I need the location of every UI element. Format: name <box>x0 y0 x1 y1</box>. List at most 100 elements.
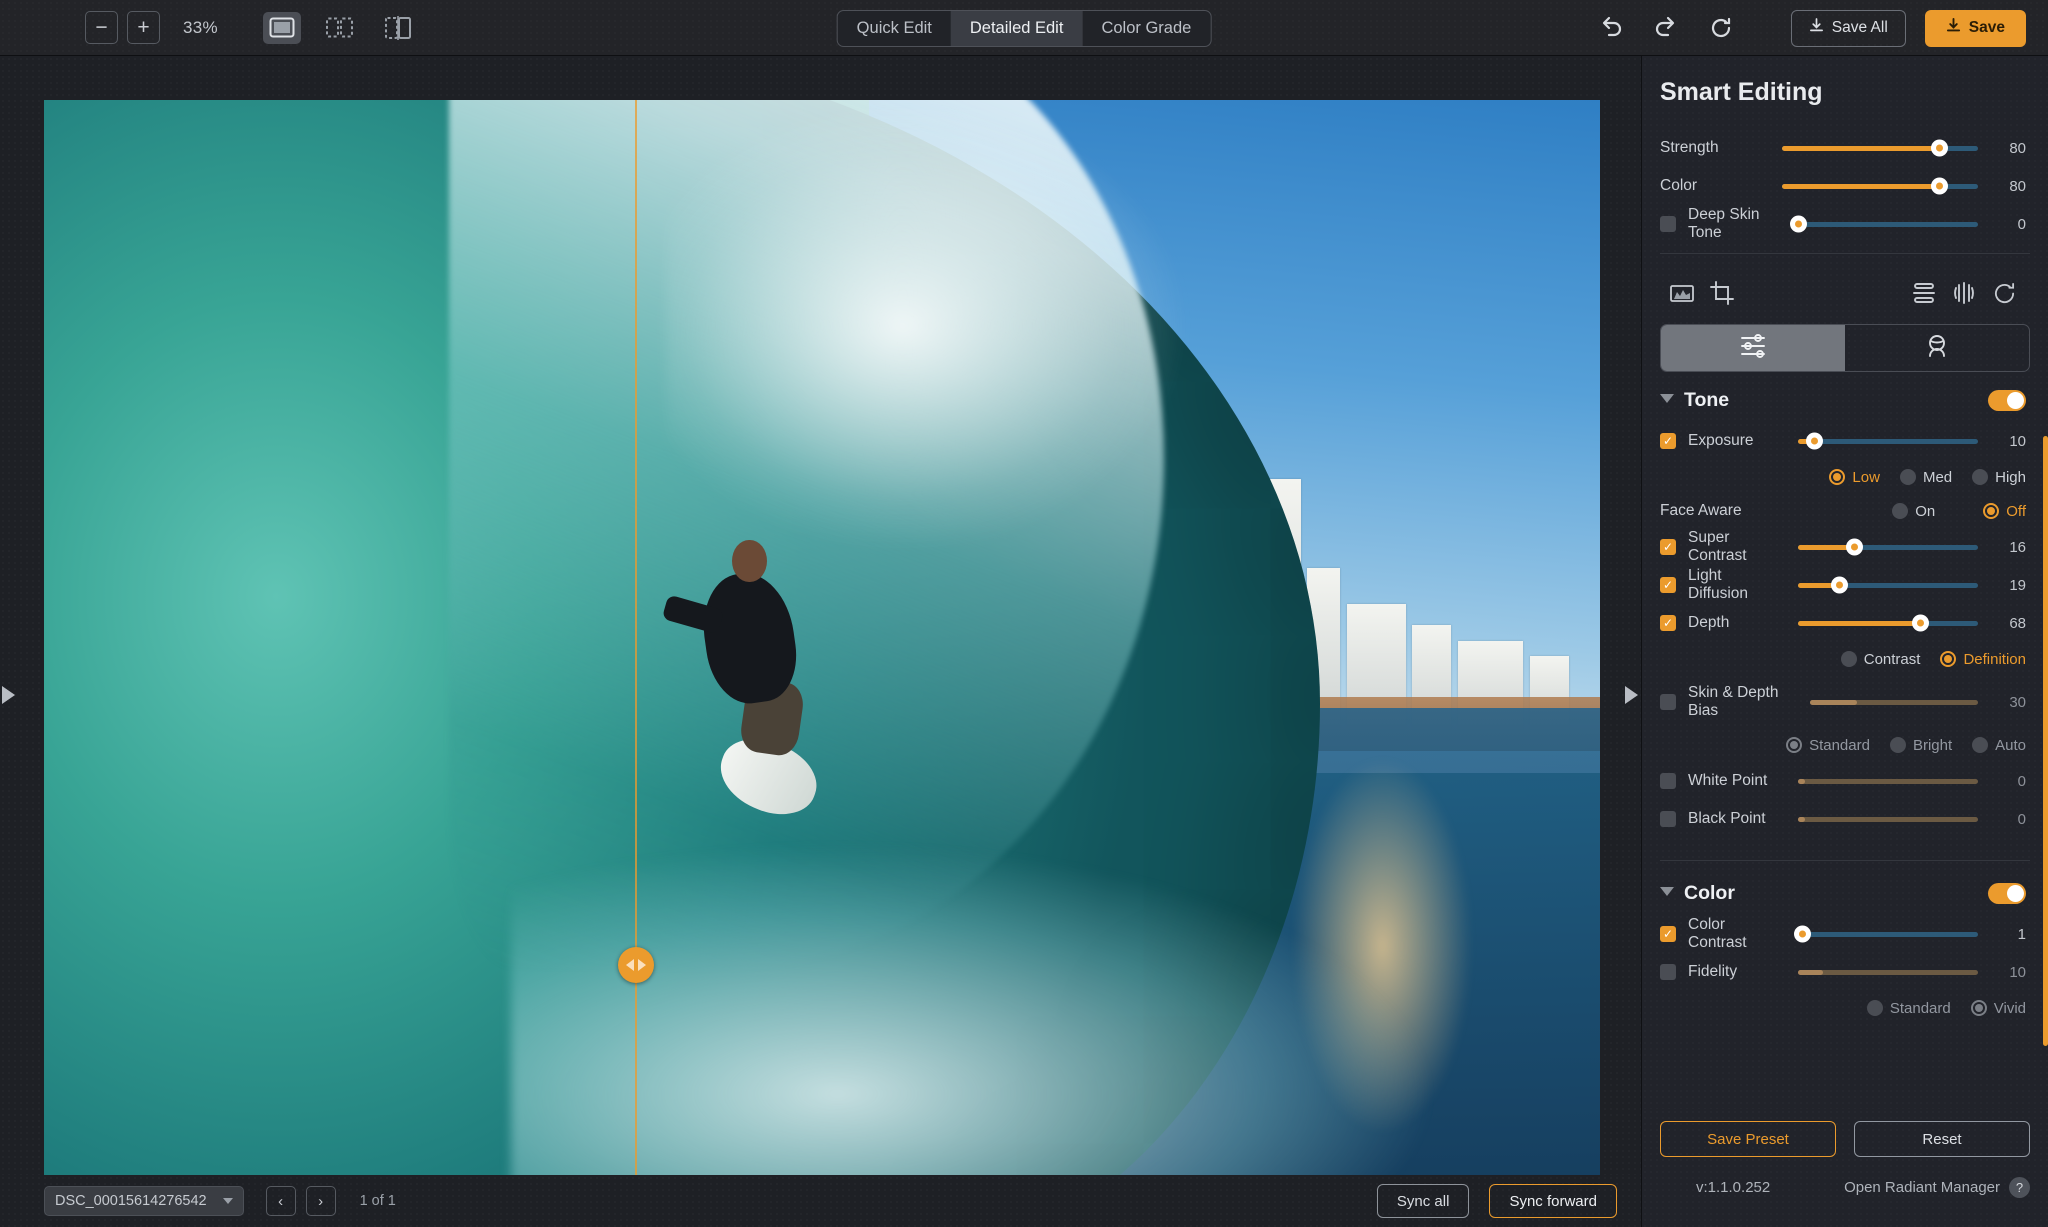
tone-toggle[interactable] <box>1988 389 2026 411</box>
bias-option-bright[interactable]: Bright <box>1889 737 1952 754</box>
skin-depth-bias-checkbox[interactable] <box>1660 694 1676 710</box>
file-select-dropdown[interactable]: DSC_00015614276542 <box>44 1186 244 1216</box>
sync-all-button[interactable]: Sync all <box>1376 1184 1470 1218</box>
previous-image-button[interactable]: ‹ <box>265 1186 296 1216</box>
exposure-option-low[interactable]: Low <box>1829 469 1880 486</box>
deep-skin-tone-checkbox[interactable] <box>1660 216 1676 232</box>
tab-color-grade[interactable]: Color Grade <box>1082 11 1210 46</box>
fidelity-option-vivid-label: Vivid <box>1993 999 2026 1017</box>
save-preset-button[interactable]: Save Preset <box>1660 1121 1836 1157</box>
strength-slider[interactable] <box>1782 139 1978 157</box>
save-all-label: Save All <box>1831 19 1888 36</box>
left-panel-expand-icon[interactable] <box>2 686 16 704</box>
photo-preview[interactable] <box>44 100 1600 1185</box>
radio-icon <box>1940 651 1957 667</box>
section-header-tone: Tone <box>1642 378 2048 422</box>
rotate-icon[interactable] <box>1984 276 2024 310</box>
color-contrast-checkbox[interactable] <box>1660 926 1676 942</box>
top-right-actions: Save All Save <box>1589 0 2026 56</box>
color-contrast-slider[interactable] <box>1793 925 1978 943</box>
white-point-slider[interactable] <box>1798 778 1978 784</box>
black-point-value: 0 <box>2017 810 2026 828</box>
color-title: Color <box>1684 881 1735 904</box>
fidelity-slider[interactable] <box>1798 969 1978 975</box>
super-contrast-checkbox[interactable] <box>1660 539 1676 555</box>
depth-option-definition[interactable]: Definition <box>1940 651 2026 668</box>
fidelity-option-vivid[interactable]: Vivid <box>1970 999 2026 1017</box>
crop-icon[interactable] <box>1702 276 1742 310</box>
tone-collapse-icon[interactable] <box>1660 391 1674 409</box>
deep-skin-tone-slider[interactable] <box>1790 215 1978 233</box>
right-panel-collapse-icon[interactable] <box>1625 686 1639 704</box>
fidelity-value: 10 <box>2009 963 2026 981</box>
bias-option-normal-label: Standard <box>1809 736 1870 754</box>
right-editing-panel: Smart Editing Strength 80 Color 80 Deep … <box>1641 56 2048 1227</box>
depth-slider[interactable] <box>1798 614 1978 632</box>
depth-label: Depth <box>1688 614 1730 631</box>
face-aware-label: Face Aware <box>1660 502 1742 519</box>
save-all-button[interactable]: Save All <box>1790 9 1906 47</box>
exposure-label: Exposure <box>1688 432 1754 449</box>
bias-mode-options: Standard Bright Auto <box>1642 728 2048 762</box>
face-aware-option-on[interactable]: On <box>1892 503 1935 520</box>
section-header-color: Color <box>1642 871 2048 915</box>
next-image-button[interactable]: › <box>305 1186 336 1216</box>
redo-icon[interactable] <box>1644 8 1688 48</box>
color-toggle[interactable] <box>1988 882 2026 904</box>
color-contrast-value: 1 <box>2017 925 2026 943</box>
fidelity-option-standard[interactable]: Standard <box>1866 1000 1951 1017</box>
slider-depth: Depth 68 <box>1642 604 2048 642</box>
save-button[interactable]: Save <box>1924 9 2026 47</box>
color-collapse-icon[interactable] <box>1660 884 1674 902</box>
color-contrast-label: Color Contrast <box>1688 916 1747 951</box>
black-point-checkbox[interactable] <box>1660 811 1676 827</box>
slider-black-point: Black Point 0 <box>1642 800 2048 838</box>
light-diffusion-checkbox[interactable] <box>1660 577 1676 593</box>
single-view-icon[interactable] <box>262 11 301 44</box>
radio-icon <box>1970 1000 1987 1016</box>
split-vertical-view-icon[interactable] <box>379 12 417 44</box>
split-view-icon[interactable] <box>321 12 359 44</box>
skin-depth-bias-slider[interactable] <box>1810 699 1978 705</box>
panel-scrollbar[interactable] <box>2043 436 2048 1046</box>
strength-label: Strength <box>1660 139 1719 156</box>
exposure-option-med[interactable]: Med <box>1899 469 1952 486</box>
depth-option-contrast-label: Contrast <box>1863 650 1921 668</box>
black-point-slider[interactable] <box>1798 816 1978 822</box>
flip-horizontal-icon[interactable] <box>1944 276 1984 310</box>
reset-button[interactable]: Reset <box>1854 1121 2030 1157</box>
white-point-checkbox[interactable] <box>1660 773 1676 789</box>
tab-quick-edit[interactable]: Quick Edit <box>838 11 951 46</box>
super-contrast-slider[interactable] <box>1798 538 1978 556</box>
zoom-out-button[interactable]: − <box>85 11 118 44</box>
depth-option-contrast[interactable]: Contrast <box>1840 650 1921 668</box>
flip-vertical-icon[interactable] <box>1904 276 1944 310</box>
sync-forward-button[interactable]: Sync forward <box>1489 1184 1617 1218</box>
panel-footer: Save Preset Reset v:1.1.0.252 Open Radia… <box>1642 1109 2048 1227</box>
bias-option-auto[interactable]: Auto <box>1972 737 2026 754</box>
light-diffusion-slider[interactable] <box>1798 576 1978 594</box>
exposure-option-high[interactable]: High <box>1972 469 2026 486</box>
bias-option-normal[interactable]: Standard <box>1786 737 1870 754</box>
radio-icon <box>1840 651 1857 667</box>
undo-icon[interactable] <box>1589 8 1633 48</box>
depth-checkbox[interactable] <box>1660 615 1676 631</box>
adjustments-tab[interactable] <box>1661 325 1845 371</box>
help-icon[interactable]: ? <box>2009 1177 2030 1198</box>
tab-detailed-edit[interactable]: Detailed Edit <box>950 11 1083 46</box>
exposure-checkbox[interactable] <box>1660 433 1676 449</box>
face-aware-option-off[interactable]: Off <box>1983 503 2026 520</box>
portrait-tab[interactable] <box>1845 325 2029 371</box>
open-radiant-manager-link[interactable]: Open Radiant Manager ? <box>1844 1177 2030 1198</box>
fidelity-checkbox[interactable] <box>1660 964 1676 980</box>
radio-icon <box>1972 737 1989 753</box>
exposure-option-high-label: High <box>1995 468 2026 486</box>
slider-fidelity: Fidelity 10 <box>1642 953 2048 991</box>
before-after-handle[interactable] <box>618 947 655 983</box>
histogram-icon[interactable] <box>1662 276 1702 310</box>
exposure-slider[interactable] <box>1798 432 1978 450</box>
download-icon <box>1809 18 1824 38</box>
color-slider[interactable] <box>1782 177 1978 195</box>
reset-icon[interactable] <box>1699 8 1743 48</box>
zoom-in-button[interactable]: + <box>127 11 160 44</box>
